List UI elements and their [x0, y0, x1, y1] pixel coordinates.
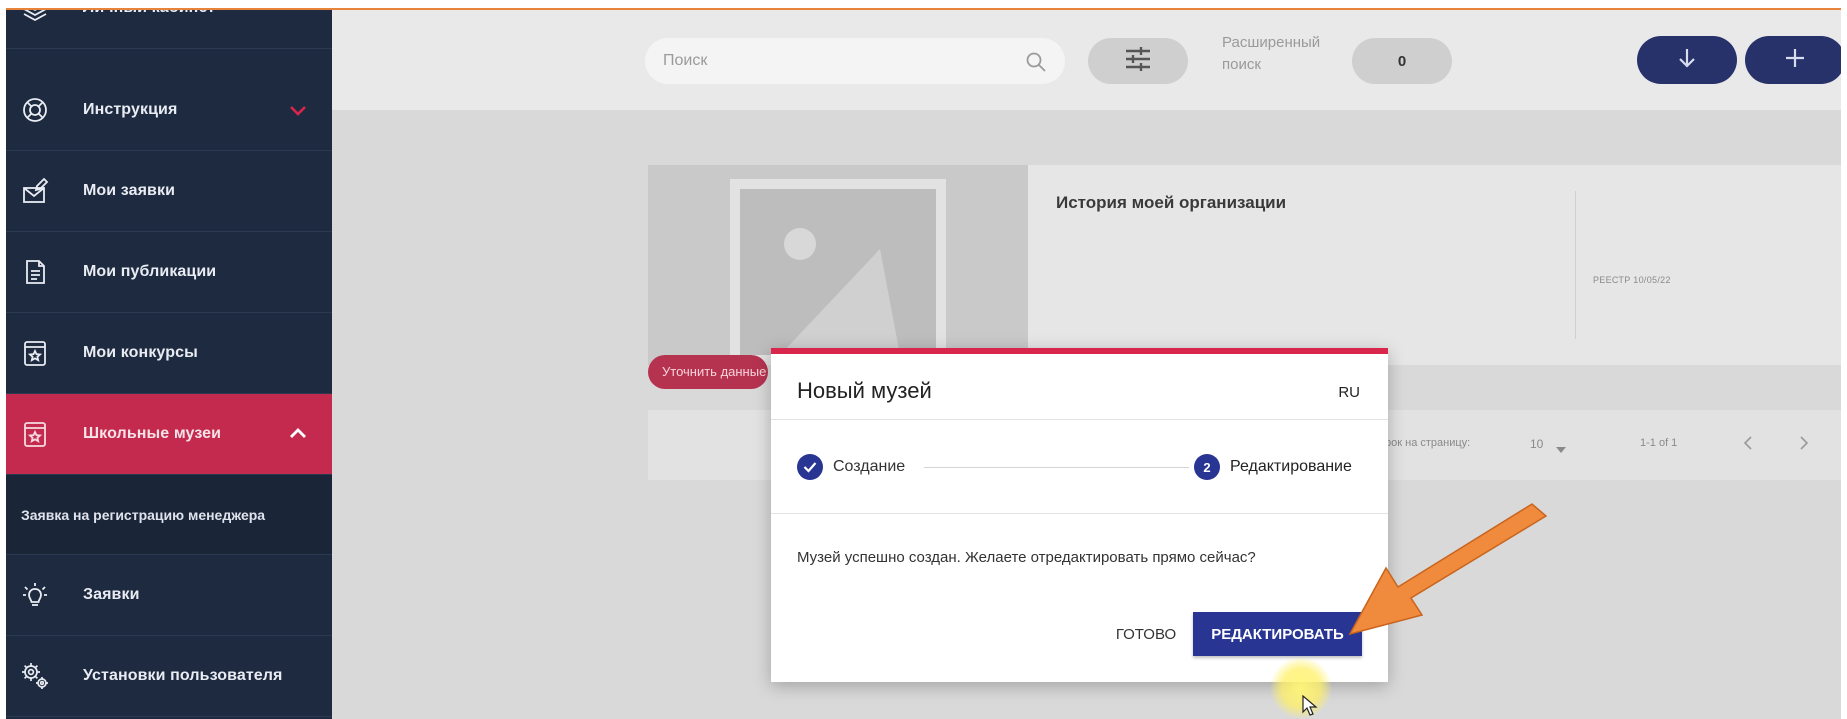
sidebar-item-my-publications[interactable]: Мои публикации [6, 232, 332, 313]
step-connector [924, 467, 1189, 468]
mail-edit-icon [20, 176, 50, 206]
sidebar-item-school-museums[interactable]: Школьные музеи [6, 394, 332, 475]
annotation-arrow-icon [1348, 503, 1548, 636]
sliders-icon [1123, 46, 1153, 77]
sidebar-item-applications[interactable]: Заявки [6, 555, 332, 636]
sidebar-item-label: Школьные музеи [83, 425, 222, 442]
dialog-message: Музей успешно создан. Желаете отредактир… [797, 549, 1256, 566]
caret-down-icon[interactable] [1556, 440, 1566, 458]
chevron-right-icon[interactable] [1798, 435, 1810, 456]
clarify-data-chip[interactable]: Уточнить данные [648, 355, 768, 389]
mouse-cursor-icon [1302, 695, 1318, 716]
layers-icon [20, 10, 50, 23]
rows-per-page-label: трок на страницу: [1380, 437, 1471, 449]
sidebar-item-label: Инструкция [83, 101, 178, 118]
sidebar-item-label: Мои публикации [83, 263, 217, 280]
cursor-highlight [1271, 658, 1331, 718]
sidebar-subitem-label: Заявка на регистрацию менеджера [21, 506, 266, 523]
step-editing-label: Редактирование [1230, 458, 1352, 475]
award-icon [20, 338, 50, 368]
download-button[interactable] [1637, 36, 1737, 84]
sidebar-item-my-contests[interactable]: Мои конкурсы [6, 313, 332, 394]
add-button[interactable] [1745, 36, 1841, 84]
advanced-search-label[interactable]: Расширенный поиск [1222, 32, 1352, 76]
pagination-range: 1-1 of 1 [1640, 437, 1678, 449]
slide-frame: Личный кабинет Инструкция Мои заявки Мои… [6, 8, 1841, 719]
organization-card[interactable]: История моей организации РЕЕСТР 10/05/22 [648, 165, 1841, 365]
card-image-placeholder [648, 165, 1028, 365]
step-complete-icon [797, 454, 823, 480]
language-switch[interactable]: RU [1338, 384, 1360, 401]
dialog-stepper: Создание 2 Редактирование [771, 420, 1388, 514]
edit-button[interactable]: РЕДАКТИРОВАТЬ [1193, 612, 1362, 656]
rows-per-page-select[interactable]: 10 [1530, 437, 1543, 451]
new-museum-dialog: Новый музей RU Создание 2 Редактирование… [771, 348, 1388, 682]
filter-count-badge: 0 [1352, 38, 1452, 84]
settings-icon [20, 661, 50, 691]
step-creation-label: Создание [833, 458, 906, 475]
chevron-down-icon[interactable] [286, 98, 310, 122]
sidebar-item-my-applications[interactable]: Мои заявки [6, 151, 332, 232]
sidebar-item-label: Заявки [83, 586, 140, 603]
sidebar-item-label: Личный кабинет [83, 10, 215, 17]
card-meta: РЕЕСТР 10/05/22 [1593, 275, 1671, 285]
search-placeholder: Поиск [663, 52, 708, 69]
search-input[interactable]: Поиск [645, 38, 1065, 84]
card-title: История моей организации [1056, 193, 1287, 212]
chevron-up-icon[interactable] [286, 422, 310, 446]
sidebar-subitem-manager-registration[interactable]: Заявка на регистрацию менеджера [6, 475, 332, 555]
search-icon[interactable] [1025, 51, 1047, 73]
dialog-title: Новый музей [797, 378, 932, 403]
sidebar-item-personal-account[interactable]: Личный кабинет [6, 10, 332, 49]
sidebar-item-instruction[interactable]: Инструкция [6, 70, 332, 151]
chevron-left-icon[interactable] [1742, 435, 1754, 456]
image-placeholder-icon [730, 179, 946, 365]
toolbar: Поиск Расширенный поиск 0 [332, 10, 1841, 110]
sidebar-item-user-settings[interactable]: Установки пользователя [6, 636, 332, 717]
done-button[interactable]: ГОТОВО [1101, 614, 1191, 654]
plus-icon [1784, 47, 1806, 74]
museum-icon [20, 419, 50, 449]
step-number-badge: 2 [1194, 454, 1220, 480]
sidebar-item-label: Мои конкурсы [83, 344, 198, 361]
bulb-icon [20, 580, 50, 610]
lifebuoy-icon [20, 95, 50, 125]
sidebar-item-label: Мои заявки [83, 182, 176, 199]
filter-button[interactable] [1088, 38, 1188, 84]
sidebar: Личный кабинет Инструкция Мои заявки Мои… [6, 10, 332, 719]
dialog-header: Новый музей RU [771, 354, 1388, 420]
document-icon [20, 257, 50, 287]
arrow-down-icon [1677, 47, 1697, 74]
card-divider [1575, 191, 1576, 339]
sidebar-item-label: Установки пользователя [83, 667, 283, 684]
